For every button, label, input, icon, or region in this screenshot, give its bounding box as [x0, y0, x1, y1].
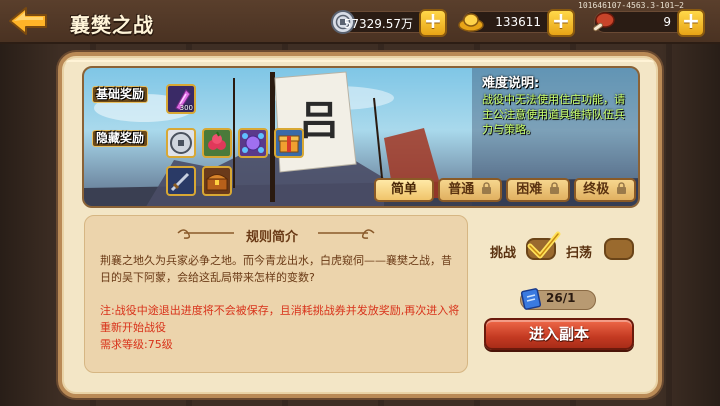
berries-icon [208, 131, 226, 150]
lock-icon [549, 182, 559, 194]
rules-note: 注:战役中途退出进度将不会被保存，且消耗挑战券并发放奖励,再次进入将重新开始战役… [100, 302, 460, 353]
reward-item-orb[interactable] [238, 128, 268, 158]
rules-title: 规则简介 [246, 230, 299, 245]
silver-resource: 57329.57万 + [331, 9, 447, 37]
sword-icon [170, 172, 190, 192]
meat-icon [593, 12, 615, 32]
rules-description: 荆襄之地久为兵家必争之地。而今青龙出水，白虎窥伺——襄樊之战，昔日的吴下阿蒙，会… [100, 254, 452, 284]
lock-icon [481, 182, 491, 194]
gift-box-icon [278, 135, 300, 153]
challenge-label: 挑战 [490, 246, 517, 261]
reward-item-weapon[interactable] [166, 166, 196, 196]
challenge-checkbox[interactable] [526, 231, 561, 260]
required-level: 需求等级:75级 [100, 338, 173, 351]
rules-note-text: 注:战役中途退出进度将不会被保存，且消耗挑战券并发放奖励,再次进入将重新开始战役 [100, 304, 460, 334]
top-bar: 襄樊之战 101646107-4563.3-101~2 57329.57万 + … [0, 0, 720, 44]
reward-item-chest[interactable] [202, 166, 232, 196]
tab-easy[interactable]: 简单 [374, 178, 434, 202]
ticket-value: 26/1 [546, 291, 576, 305]
reward-item-silver[interactable] [166, 128, 196, 158]
reward-item-fruit[interactable] [202, 128, 232, 158]
tab-label: 普通 [448, 182, 475, 197]
difficulty-description: 战役中无法使用住店功能，请主公注意使用道具维持队伍兵力与策略。 [482, 93, 625, 136]
gold-resource: 133611 + [458, 9, 575, 37]
gold-ingot-icon [458, 13, 484, 32]
gold-value: 133611 [495, 15, 541, 29]
back-button[interactable] [8, 6, 48, 36]
tab-label: 简单 [390, 182, 417, 197]
stamina-resource: 9 + [593, 9, 705, 37]
tab-label: 终极 [583, 182, 610, 197]
page-title: 襄樊之战 [70, 13, 154, 37]
tab-normal[interactable]: 普通 [438, 178, 502, 202]
tab-label: 困难 [516, 182, 543, 197]
back-arrow-icon [9, 7, 47, 35]
add-stamina-button[interactable]: + [677, 9, 705, 37]
tab-ultimate[interactable]: 终极 [574, 178, 636, 202]
add-silver-button[interactable]: + [419, 9, 447, 37]
silver-value: 57329.57万 [343, 17, 413, 31]
stamina-value: 9 [663, 15, 671, 29]
add-gold-button[interactable]: + [547, 9, 575, 37]
lock-icon [616, 182, 626, 194]
reward-item-count: 300 [179, 104, 193, 112]
reward-item-crystal[interactable]: 300 [166, 84, 196, 114]
ticket-icon [520, 288, 542, 310]
orb-icon [242, 133, 264, 153]
sweep-label: 扫荡 [566, 246, 593, 261]
sweep-checkbox[interactable] [604, 238, 634, 260]
treasure-chest-icon [205, 174, 229, 191]
base-reward-label: 基础奖励 [92, 86, 149, 103]
reward-item-box[interactable] [274, 128, 304, 158]
hidden-reward-label: 隐藏奖励 [92, 130, 149, 147]
tab-hard[interactable]: 困难 [506, 178, 570, 202]
enter-dungeon-button[interactable]: 进入副本 [484, 318, 634, 350]
difficulty-title: 难度说明: [482, 76, 540, 91]
checkmark-icon [527, 231, 561, 259]
svg-text:吕: 吕 [299, 97, 339, 144]
coin-icon [170, 132, 192, 154]
